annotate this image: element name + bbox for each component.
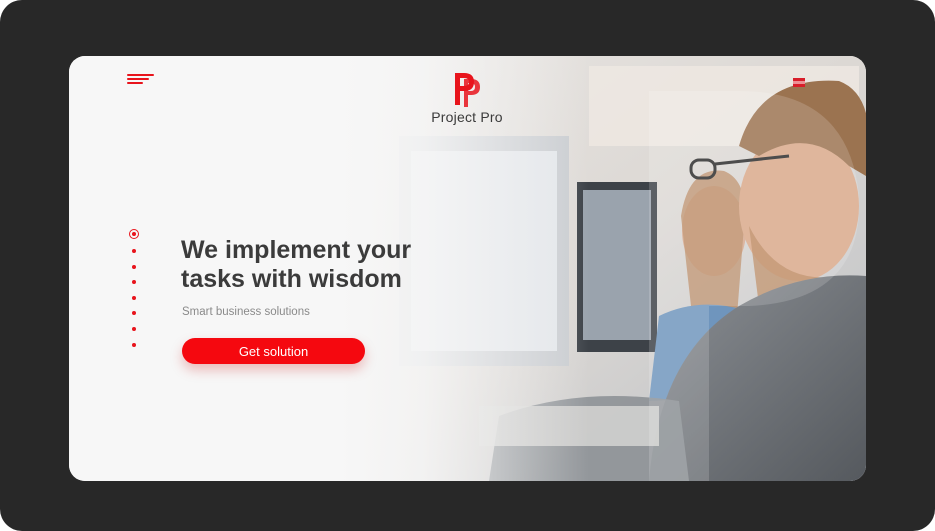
pp-logo-icon [452, 69, 482, 109]
landing-page-card: Project Pro We implement your tasks with… [69, 56, 866, 481]
headline-line-2: tasks with wisdom [181, 265, 402, 293]
get-solution-button[interactable]: Get solution [182, 338, 365, 364]
headline-line-1: We implement your [181, 236, 412, 264]
flag-icon[interactable] [793, 74, 805, 87]
pagination-dot[interactable] [132, 326, 136, 331]
hamburger-menu-icon[interactable] [127, 74, 155, 88]
brand-name: Project Pro [431, 109, 503, 125]
pagination-dot[interactable] [132, 264, 136, 269]
slide-pagination [129, 229, 139, 358]
pagination-dot[interactable] [132, 311, 136, 316]
pagination-dot[interactable] [132, 280, 136, 285]
hero-subtitle: Smart business solutions [182, 306, 310, 318]
pagination-dot[interactable] [132, 249, 136, 253]
pagination-dot-active[interactable] [129, 229, 139, 239]
pagination-dot[interactable] [132, 342, 136, 347]
pagination-dot[interactable] [132, 295, 136, 300]
app-frame: Project Pro We implement your tasks with… [0, 0, 935, 531]
hero-headline: We implement your tasks with wisdom [181, 236, 501, 294]
brand-logo[interactable]: Project Pro [422, 69, 512, 125]
